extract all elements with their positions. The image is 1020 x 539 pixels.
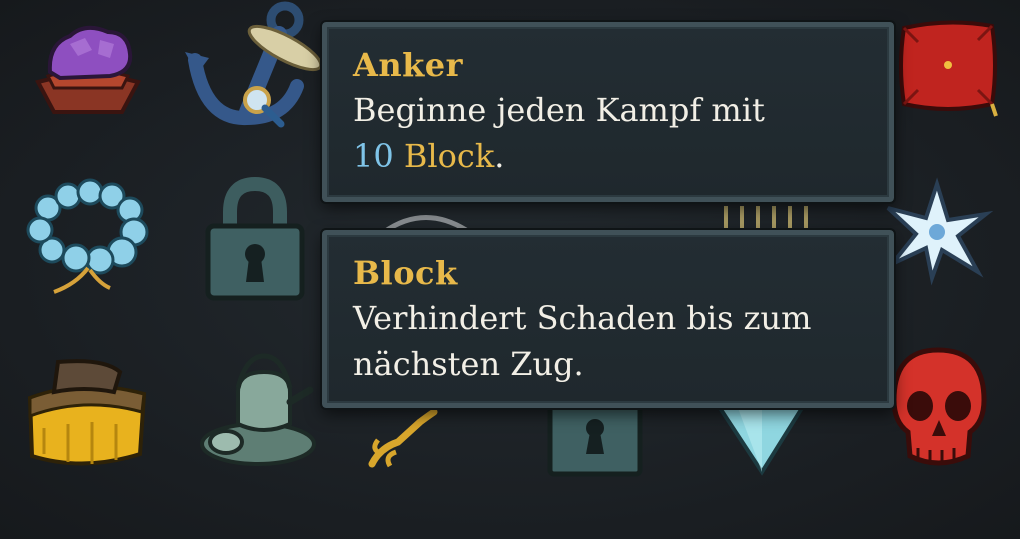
tooltip-title: Block	[353, 254, 458, 292]
keyword-block: Block	[403, 137, 495, 175]
keyhole-lock-icon[interactable]	[547, 403, 643, 477]
padlock-icon[interactable]	[200, 176, 310, 302]
tooltip-body-text: Beginne jeden Kampf mit	[353, 91, 765, 129]
red-skull-icon[interactable]	[882, 344, 994, 474]
tooltip-description: Beginne jeden Kampf mit 10 Block.	[353, 87, 865, 179]
tooltip-title: Anker	[353, 46, 463, 84]
tooltip-body-end: .	[494, 137, 505, 175]
blue-crystal-icon[interactable]	[716, 406, 806, 476]
tooltip-body-text: Verhindert Schaden bis zum	[353, 299, 812, 337]
anchor-icon[interactable]	[185, 0, 325, 150]
snowflake-icon[interactable]	[882, 177, 994, 286]
blue-bead-bracelet-icon[interactable]	[26, 178, 149, 300]
purple-crystal-on-pedestal-icon[interactable]	[30, 14, 145, 124]
keyword-tooltip-block: Block Verhindert Schaden bis zum nächste…	[320, 228, 896, 410]
tooltip-description: Verhindert Schaden bis zum nächsten Zug.	[353, 295, 865, 387]
keyword-number: 10	[353, 137, 394, 175]
gold-belt-icon[interactable]	[24, 358, 150, 472]
vajra-icon[interactable]	[368, 408, 438, 470]
red-pillow-icon[interactable]	[898, 18, 998, 117]
tooltip-body-text: nächsten Zug.	[353, 345, 584, 383]
teapot-icon[interactable]	[198, 352, 318, 468]
hidden-relic-icon	[720, 204, 816, 232]
relic-tooltip-anchor: Anker Beginne jeden Kampf mit 10 Block.	[320, 20, 896, 204]
